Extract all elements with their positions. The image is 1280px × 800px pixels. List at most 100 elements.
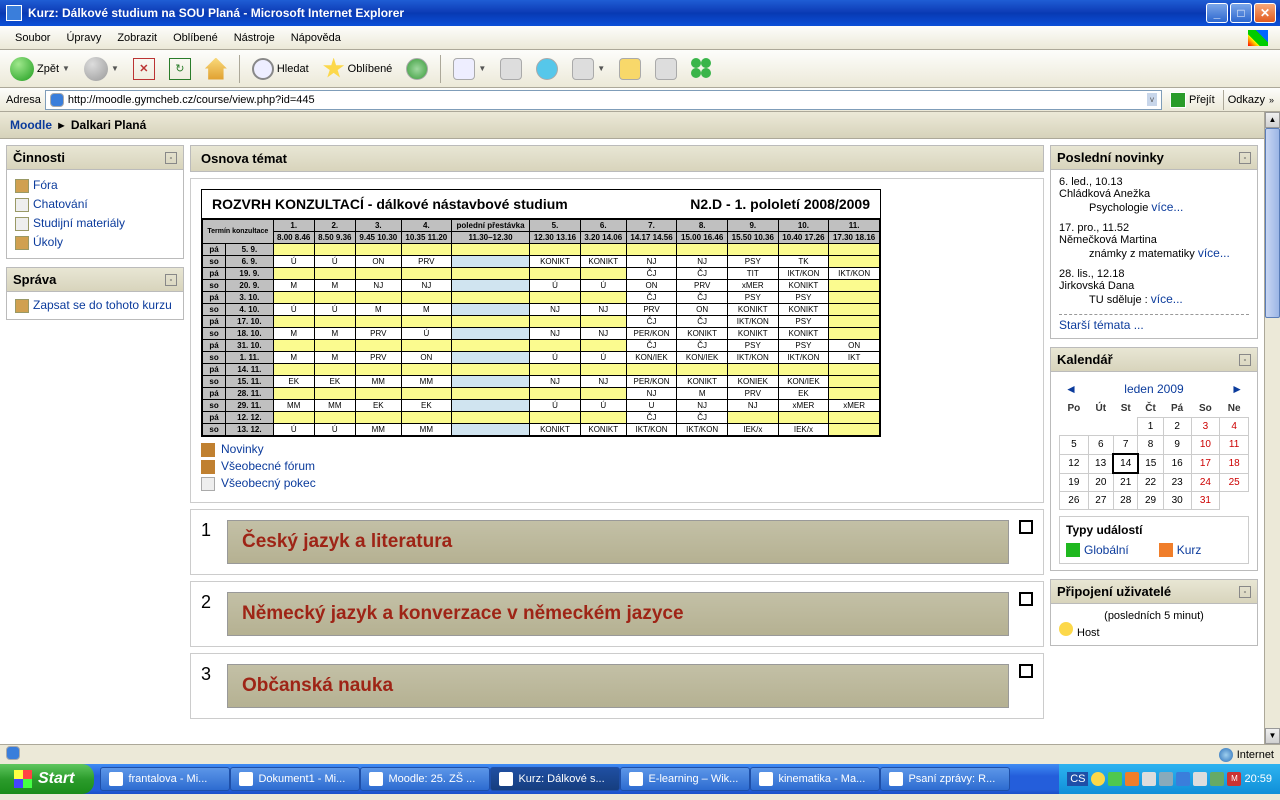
menu-edit[interactable]: Úpravy (59, 29, 108, 47)
cal-day[interactable]: 1 (1138, 418, 1163, 436)
taskbar-item[interactable]: kinematika - Ma... (750, 767, 880, 791)
vertical-scrollbar[interactable]: ▲ ▼ (1264, 112, 1280, 744)
news-more-link[interactable]: více... (1151, 200, 1183, 214)
hide-block-icon[interactable]: - (165, 274, 177, 286)
cal-day[interactable]: 23 (1163, 473, 1191, 492)
cal-day[interactable]: 11 (1220, 436, 1249, 455)
cal-day[interactable]: 21 (1113, 473, 1137, 492)
list-item[interactable]: Úkoly (15, 233, 175, 252)
icq-button[interactable] (687, 56, 717, 82)
hide-block-icon[interactable]: - (1239, 152, 1251, 164)
cal-day[interactable]: 13 (1088, 454, 1113, 473)
list-item[interactable]: Studijní materiály (15, 214, 175, 233)
forward-button[interactable]: ▼ (80, 55, 123, 83)
cal-day[interactable]: 2 (1163, 418, 1191, 436)
address-dropdown[interactable]: v (1147, 93, 1157, 106)
cal-day[interactable]: 22 (1138, 473, 1163, 492)
cal-day[interactable]: 5 (1060, 436, 1089, 455)
list-item[interactable]: Všeobecný pokec (201, 475, 1033, 492)
cal-day[interactable]: 7 (1113, 436, 1137, 455)
news-more-link[interactable]: více... (1151, 292, 1183, 306)
section-title[interactable]: Český jazyk a literatura (227, 520, 1009, 564)
cal-day[interactable]: 29 (1138, 492, 1163, 510)
notes-button[interactable] (615, 56, 645, 82)
clock[interactable]: 20:59 (1244, 773, 1272, 785)
taskbar-item[interactable]: frantalova - Mi... (100, 767, 230, 791)
section-checkbox[interactable] (1019, 664, 1033, 678)
cal-day[interactable]: 31 (1191, 492, 1220, 510)
news-more-link[interactable]: více... (1198, 246, 1230, 260)
cal-day[interactable]: 26 (1060, 492, 1089, 510)
event-global[interactable]: Globální (1066, 543, 1129, 557)
cal-day[interactable]: 30 (1163, 492, 1191, 510)
history-button[interactable] (402, 56, 432, 82)
list-item[interactable]: Fóra (15, 176, 175, 195)
tray-icon[interactable] (1091, 772, 1105, 786)
hide-block-icon[interactable]: - (165, 152, 177, 164)
cal-day[interactable]: 20 (1088, 473, 1113, 492)
tray-icon[interactable] (1210, 772, 1224, 786)
taskbar-item[interactable]: Kurz: Dálkové s... (490, 767, 620, 791)
section-checkbox[interactable] (1019, 520, 1033, 534)
tray-icon[interactable] (1176, 772, 1190, 786)
refresh-button[interactable]: ↻ (165, 56, 195, 82)
links-label[interactable]: Odkazy (1228, 94, 1265, 106)
list-item[interactable]: Chatování (15, 195, 175, 214)
scroll-down-button[interactable]: ▼ (1265, 728, 1280, 744)
scroll-up-button[interactable]: ▲ (1265, 112, 1280, 128)
tray-icon[interactable] (1125, 772, 1139, 786)
old-topics-link[interactable]: Starší témata ... (1059, 318, 1144, 332)
research-button[interactable] (651, 56, 681, 82)
maximize-button[interactable]: □ (1230, 3, 1252, 23)
cal-day[interactable]: 17 (1191, 454, 1220, 473)
cal-day[interactable]: 25 (1220, 473, 1249, 492)
search-button[interactable]: Hledat (248, 56, 313, 82)
section-checkbox[interactable] (1019, 592, 1033, 606)
address-input-wrapper[interactable]: v (45, 90, 1162, 110)
cal-day[interactable]: 10 (1191, 436, 1220, 455)
breadcrumb-root[interactable]: Moodle (10, 118, 52, 132)
list-item[interactable]: Všeobecné fórum (201, 458, 1033, 475)
section-title[interactable]: Německý jazyk a konverzace v německém ja… (227, 592, 1009, 636)
tray-icon[interactable] (1193, 772, 1207, 786)
taskbar-item[interactable]: Dokument1 - Mi... (230, 767, 360, 791)
close-button[interactable]: ✕ (1254, 3, 1276, 23)
minimize-button[interactable]: _ (1206, 3, 1228, 23)
start-button[interactable]: Start (0, 764, 94, 794)
tray-icon[interactable] (1159, 772, 1173, 786)
cal-next-button[interactable]: ► (1231, 382, 1243, 396)
event-course[interactable]: Kurz (1159, 543, 1202, 557)
home-button[interactable] (201, 56, 231, 82)
word-button[interactable]: ▼ (568, 56, 609, 82)
cal-day[interactable]: 6 (1088, 436, 1113, 455)
address-input[interactable] (68, 94, 1143, 106)
hide-block-icon[interactable]: - (1239, 354, 1251, 366)
cal-prev-button[interactable]: ◄ (1065, 382, 1077, 396)
favorites-button[interactable]: Oblíbené (319, 56, 397, 82)
cal-day[interactable]: 9 (1163, 436, 1191, 455)
cal-day[interactable]: 18 (1220, 454, 1249, 473)
stop-button[interactable]: ✕ (129, 56, 159, 82)
skype-button[interactable] (532, 56, 562, 82)
enrol-link[interactable]: Zapsat se do tohoto kurzu (33, 298, 172, 312)
cal-day[interactable]: 8 (1138, 436, 1163, 455)
menu-view[interactable]: Zobrazit (110, 29, 164, 47)
list-item[interactable]: Novinky (201, 441, 1033, 458)
mail-button[interactable]: ▼ (449, 56, 490, 82)
menu-favorites[interactable]: Oblíbené (166, 29, 225, 47)
cal-day[interactable]: 16 (1163, 454, 1191, 473)
go-button[interactable]: Přejít (1166, 92, 1219, 108)
tray-icon[interactable] (1108, 772, 1122, 786)
cal-day[interactable]: 12 (1060, 454, 1089, 473)
scroll-thumb[interactable] (1265, 128, 1280, 318)
hide-block-icon[interactable]: - (1239, 586, 1251, 598)
tray-icon[interactable] (1142, 772, 1156, 786)
cal-day[interactable]: 27 (1088, 492, 1113, 510)
taskbar-item[interactable]: E-learning – Wik... (620, 767, 750, 791)
menu-file[interactable]: Soubor (8, 29, 57, 47)
cal-day[interactable]: 3 (1191, 418, 1220, 436)
cal-day[interactable]: 24 (1191, 473, 1220, 492)
lang-indicator[interactable]: CS (1067, 772, 1088, 786)
taskbar-item[interactable]: Moodle: 25. ZŠ ... (360, 767, 490, 791)
back-button[interactable]: Zpět▼ (6, 55, 74, 83)
